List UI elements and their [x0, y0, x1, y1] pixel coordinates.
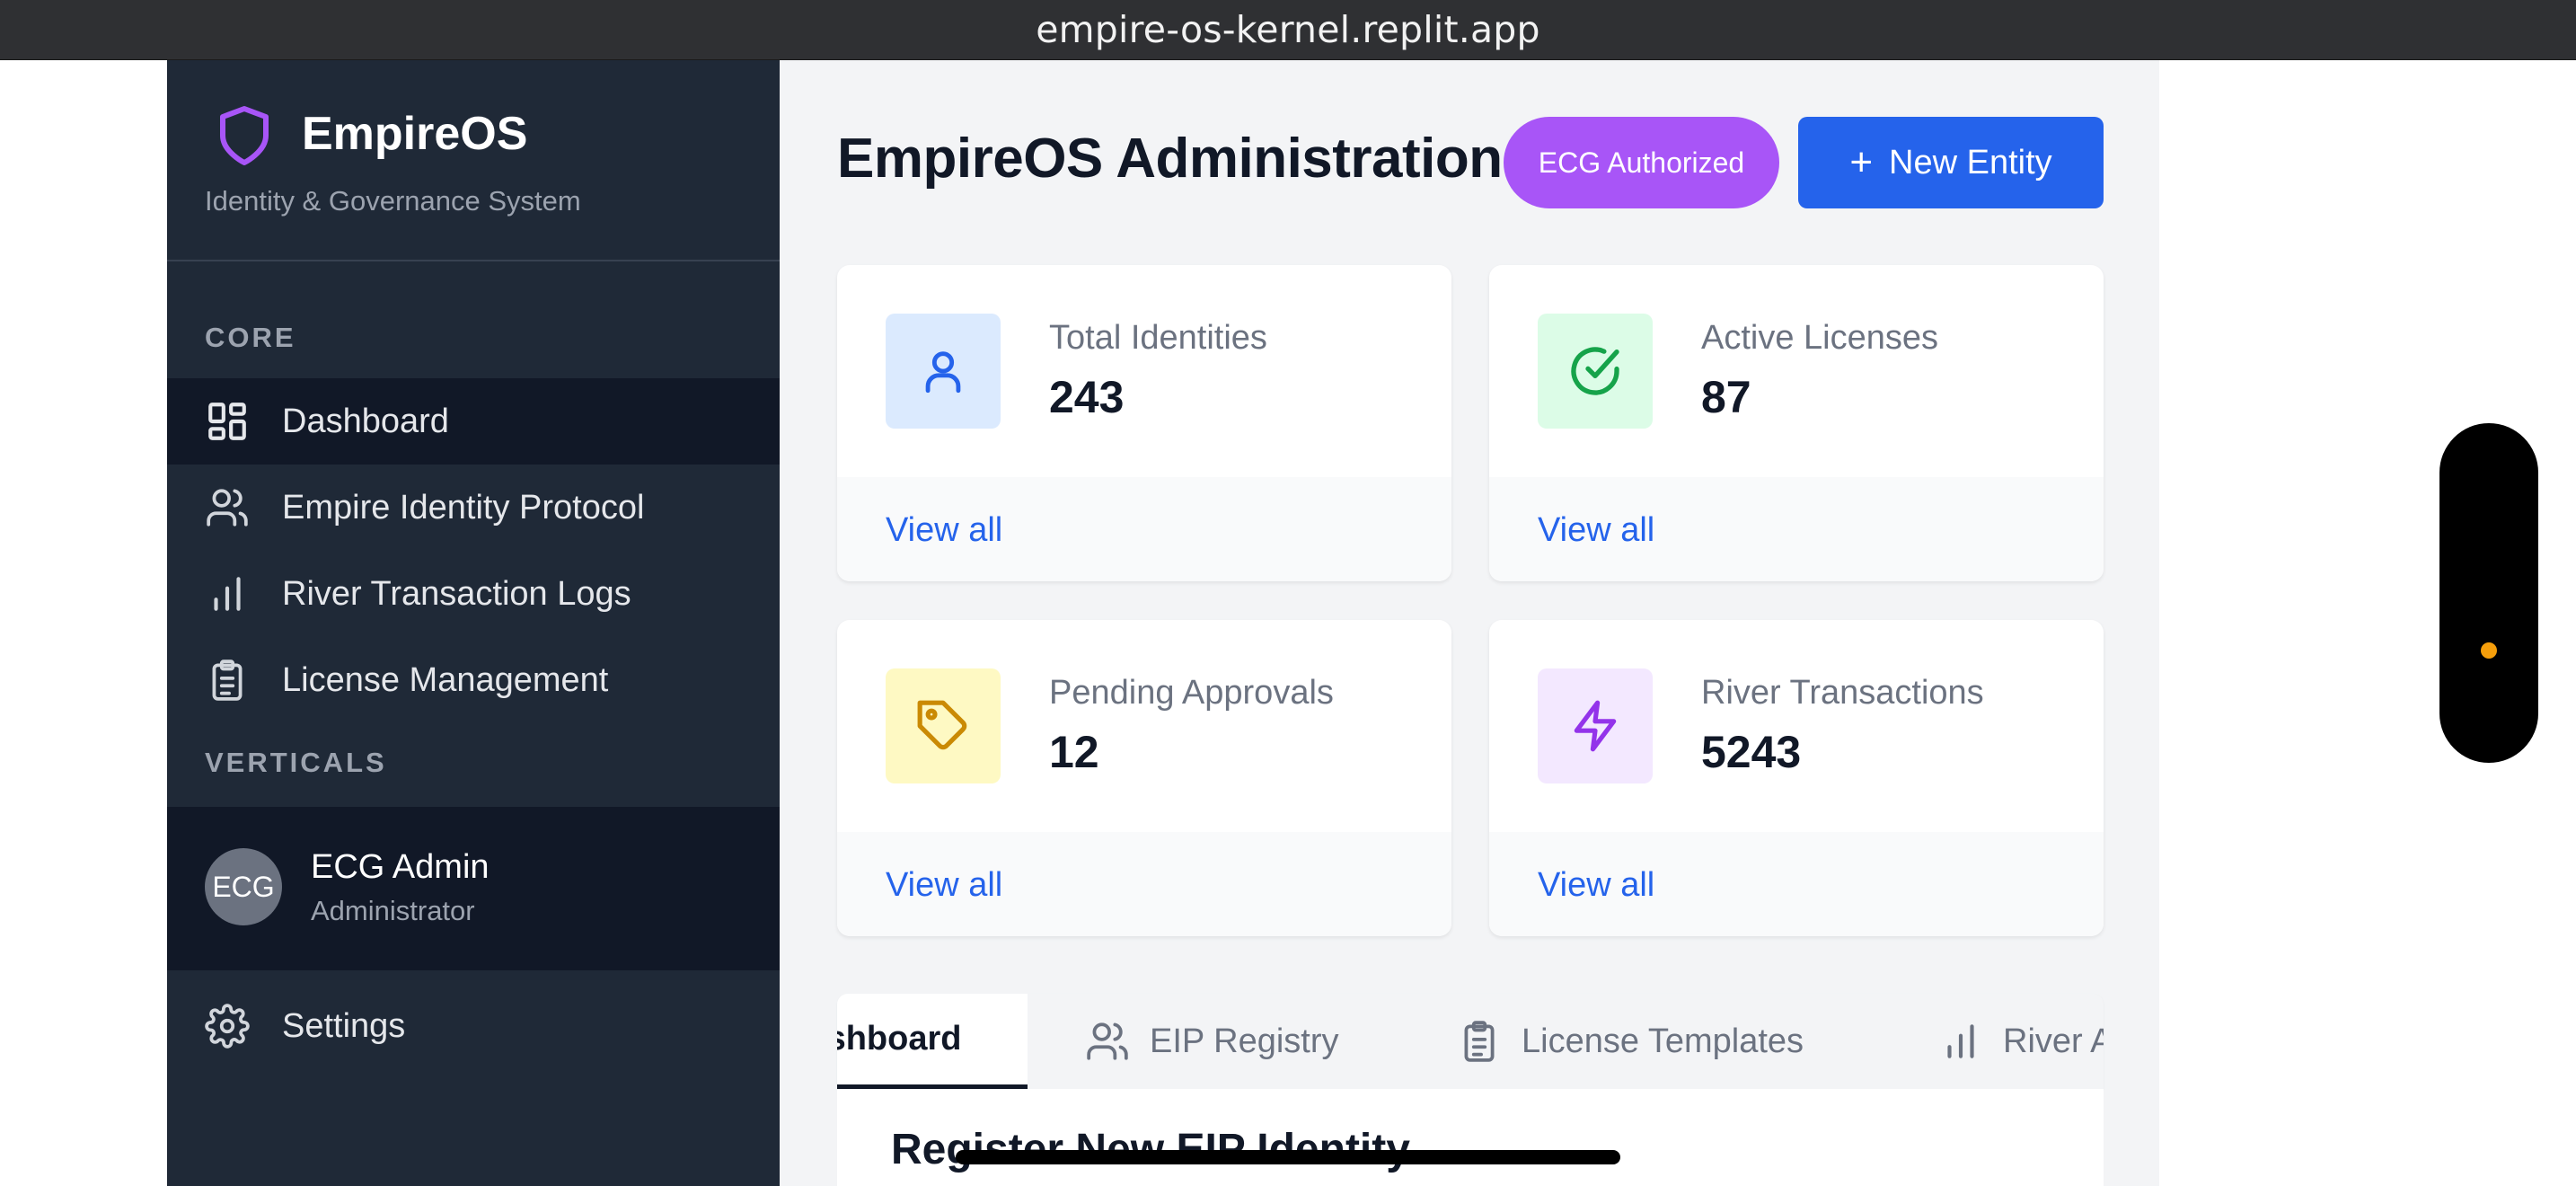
view-all-link[interactable]: View all [1538, 511, 1654, 550]
section-title-verticals: VERTICALS [205, 747, 387, 778]
bar-chart-icon [214, 577, 241, 611]
tab-license-templates[interactable]: License Templates [1457, 994, 1804, 1089]
clipboard-icon [1464, 1021, 1495, 1062]
sidebar-item-label: Settings [282, 1006, 406, 1045]
sidebar-item-settings[interactable]: Settings [167, 983, 780, 1069]
home-indicator [956, 1150, 1620, 1164]
tag-icon [917, 700, 967, 750]
tab-river-analytics[interactable]: River Analytics [1938, 994, 2104, 1089]
side-handle[interactable] [2439, 423, 2538, 763]
tab-panel: Register New EIP Identity [837, 1089, 2104, 1186]
status-badge: ECG Authorized [1504, 117, 1779, 208]
tab-label: Dashboard [837, 1020, 962, 1058]
user-role: Administrator [311, 895, 475, 926]
sidebar-item-label: River Transaction Logs [282, 574, 631, 613]
stat-label: Total Identities [1049, 319, 1267, 357]
users-icon [207, 489, 248, 527]
view-all-link[interactable]: View all [1538, 866, 1654, 905]
sidebar-item-license-management[interactable]: License Management [167, 637, 780, 723]
shield-icon [220, 106, 269, 165]
page-title: EmpireOS Administration [837, 128, 1503, 190]
stat-label: Pending Approvals [1049, 674, 1334, 712]
stat-card-total-identities: Total Identities 243 View all [837, 265, 1451, 581]
new-entity-button[interactable]: + New Entity [1798, 117, 2104, 208]
view-all-link[interactable]: View all [886, 511, 1002, 550]
tab-eip-registry[interactable]: EIP Registry [1085, 994, 1338, 1089]
stat-card-active-licenses: Active Licenses 87 View all [1489, 265, 2104, 581]
user-icon [925, 351, 961, 394]
view-all-link[interactable]: View all [886, 866, 1002, 905]
dashboard-icon [208, 403, 246, 440]
sidebar: EmpireOS Identity & Governance System CO… [167, 60, 780, 1186]
stat-value: 243 [1049, 372, 1125, 422]
sidebar-item-empire-identity-protocol[interactable]: Empire Identity Protocol [167, 465, 780, 551]
browser-url-bar[interactable]: empire-os-kernel.replit.app [0, 0, 2576, 60]
stat-value: 12 [1049, 727, 1099, 777]
plus-icon: + [1849, 140, 1874, 184]
section-title-core: CORE [205, 322, 296, 353]
tab-label: EIP Registry [1150, 1022, 1339, 1060]
indicator-dot [2481, 642, 2497, 659]
bar-chart-icon [1947, 1024, 1974, 1058]
main-content: EmpireOS Administration ECG Authorized +… [780, 60, 2159, 1186]
brand-name: EmpireOS [302, 108, 528, 160]
tab-label: License Templates [1522, 1022, 1804, 1060]
sidebar-item-label: License Management [282, 660, 609, 699]
sidebar-item-dashboard[interactable]: Dashboard [167, 378, 780, 465]
clipboard-icon [212, 659, 243, 701]
user-profile-card[interactable]: ECG ECG Admin Administrator [167, 807, 780, 970]
tab-dashboard[interactable]: Dashboard [837, 994, 1028, 1089]
brand-header: EmpireOS Identity & Governance System [167, 60, 780, 261]
stat-icon-box [1538, 314, 1653, 429]
stat-card-river-transactions: River Transactions 5243 View all [1489, 620, 2104, 936]
new-entity-label: New Entity [1889, 143, 2052, 181]
stat-label: Active Licenses [1701, 319, 1939, 357]
avatar: ECG [205, 848, 282, 925]
gear-icon [205, 1004, 250, 1049]
sidebar-item-label: Dashboard [282, 402, 449, 440]
sidebar-item-river-transaction-logs[interactable]: River Transaction Logs [167, 551, 780, 637]
sidebar-item-label: Empire Identity Protocol [282, 488, 645, 527]
tab-bar: Dashboard EIP Registry License Templates… [837, 994, 2104, 1089]
zap-icon [1574, 700, 1617, 752]
stat-card-pending-approvals: Pending Approvals 12 View all [837, 620, 1451, 936]
stat-label: River Transactions [1701, 674, 1984, 712]
url-text: empire-os-kernel.replit.app [1036, 8, 1540, 51]
stat-icon-box [886, 314, 1001, 429]
stat-value: 5243 [1701, 727, 1802, 777]
check-circle-icon [1571, 347, 1619, 395]
stat-icon-box [886, 668, 1001, 783]
users-icon [1087, 1022, 1128, 1060]
stat-value: 87 [1701, 372, 1751, 422]
brand-subtitle: Identity & Governance System [205, 185, 581, 217]
tab-label: River Analytics [2003, 1022, 2104, 1060]
user-name: ECG Admin [311, 848, 490, 886]
stat-icon-box [1538, 668, 1653, 783]
